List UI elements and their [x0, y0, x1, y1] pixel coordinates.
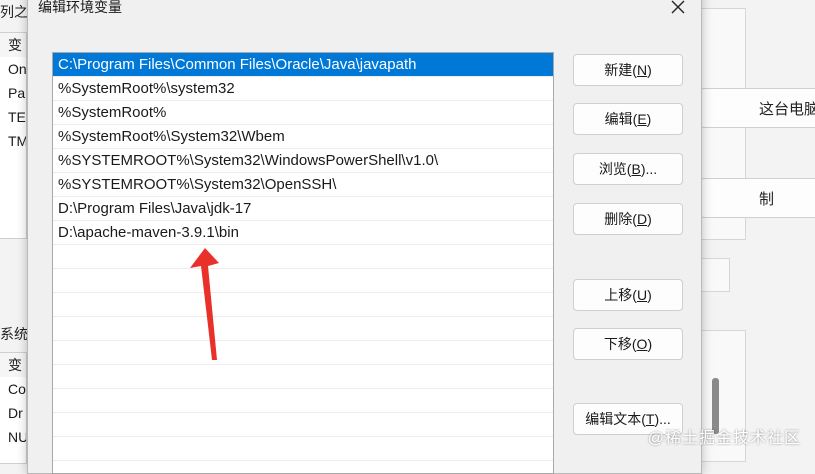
watermark: @稀土掘金技术社区 — [647, 430, 801, 447]
system-variables-label: 系统 — [0, 326, 28, 342]
system-variables-list[interactable]: 变 Co Dr NU — [0, 352, 27, 464]
list-item[interactable]: %SystemRoot%\system32 — [53, 77, 553, 101]
empty-list-row[interactable] — [53, 293, 553, 317]
close-button[interactable] — [655, 0, 701, 21]
dialog-title: 编辑环境变量 — [38, 0, 122, 15]
browse-button[interactable]: 浏览(B)... — [573, 153, 683, 185]
close-icon — [671, 0, 685, 14]
control-button[interactable]: 制 — [700, 178, 815, 218]
empty-list-row[interactable] — [53, 413, 553, 437]
list-item[interactable]: Pa — [0, 81, 26, 105]
list-item[interactable]: %SYSTEMROOT%\System32\OpenSSH\ — [53, 173, 553, 197]
list-item[interactable]: C:\Program Files\Common Files\Oracle\Jav… — [53, 53, 553, 77]
list-item[interactable]: 变 — [0, 353, 26, 377]
list-item[interactable]: TE — [0, 105, 26, 129]
delete-button[interactable]: 删除(D) — [573, 203, 683, 235]
empty-list-row[interactable] — [53, 341, 553, 365]
list-item[interactable]: On — [0, 57, 26, 81]
background-panel — [700, 258, 730, 292]
list-item[interactable]: %SYSTEMROOT%\System32\WindowsPowerShell\… — [53, 149, 553, 173]
list-item[interactable]: 变 — [0, 33, 26, 57]
list-item[interactable]: NU — [0, 425, 26, 449]
empty-list-row[interactable] — [53, 389, 553, 413]
empty-list-row[interactable] — [53, 317, 553, 341]
path-list[interactable]: C:\Program Files\Common Files\Oracle\Jav… — [52, 52, 554, 474]
edit-button[interactable]: 编辑(E) — [573, 103, 683, 135]
list-item[interactable]: Dr — [0, 401, 26, 425]
list-item[interactable]: Co — [0, 377, 26, 401]
list-item[interactable]: D:\Program Files\Java\jdk-17 — [53, 197, 553, 221]
move-down-button[interactable]: 下移(O) — [573, 328, 683, 360]
user-variables-list[interactable]: 变 On Pa TE TM — [0, 32, 27, 239]
list-item[interactable]: TM — [0, 129, 26, 153]
empty-list-row[interactable] — [53, 269, 553, 293]
list-item[interactable]: D:\apache-maven-3.9.1\bin — [53, 221, 553, 245]
edit-env-variable-dialog: 编辑环境变量 C:\Program Files\Common Files\Ora… — [27, 0, 702, 474]
empty-list-row[interactable] — [53, 437, 553, 461]
empty-list-row[interactable] — [53, 245, 553, 269]
list-item[interactable]: %SystemRoot% — [53, 101, 553, 125]
empty-list-row[interactable] — [53, 461, 553, 473]
empty-list-row[interactable] — [53, 365, 553, 389]
new-button[interactable]: 新建(N) — [573, 54, 683, 86]
this-pc-button[interactable]: 这台电脑 — [700, 88, 815, 128]
move-up-button[interactable]: 上移(U) — [573, 279, 683, 311]
list-item[interactable]: %SystemRoot%\System32\Wbem — [53, 125, 553, 149]
